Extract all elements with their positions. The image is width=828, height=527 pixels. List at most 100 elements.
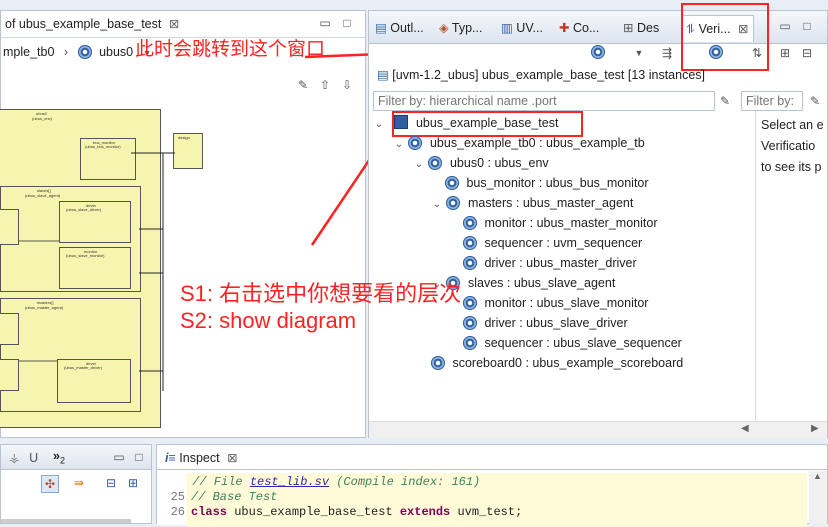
collapse-all-icon[interactable]: ⊟ (799, 45, 815, 61)
tree-item-slave-monitor[interactable]: monitor : ubus_slave_monitor (463, 293, 648, 313)
tab-uvm[interactable]: ▥ UV... (497, 17, 547, 39)
tree-item-master-driver[interactable]: driver : ubus_master_driver (463, 253, 637, 273)
tab-coverage[interactable]: ✚ Co... (555, 17, 603, 39)
chevron-down-icon[interactable]: ⌄ (393, 135, 405, 155)
tree-item-label: ubus_example_tb0 : ubus_example_tb (429, 136, 645, 150)
outline-icon: ▤ (375, 21, 387, 35)
code-line-file: // File test_lib.sv (Compile index: 161) (161, 475, 480, 489)
help-line: Verificatio (761, 139, 816, 153)
tab-coverage-label: Co... (572, 21, 600, 35)
component-icon (431, 356, 445, 370)
chevron-down-icon[interactable]: ⌄ (431, 195, 443, 215)
inspect-tabbar: i≡ Inspect ⊠ (157, 445, 827, 470)
more-tabs-count: 2 (59, 455, 65, 466)
component-icon (463, 336, 477, 350)
clear-filter2-icon[interactable]: ✎ (807, 93, 823, 109)
tree-item-slave-driver[interactable]: driver : ubus_slave_driver (463, 313, 628, 333)
maximize-icon[interactable]: □ (131, 449, 147, 465)
tab-type-label: Typ... (451, 21, 483, 35)
expand-icon[interactable]: ⊞ (125, 475, 141, 491)
side-divider[interactable] (755, 111, 756, 427)
code-text: ubus_example_base_test (227, 505, 400, 519)
tree-item-label: sequencer : uvm_sequencer (484, 236, 643, 250)
instances-icon: ▤ (377, 68, 389, 82)
scroll-right-icon[interactable]: ▶ (811, 423, 819, 434)
tab-design[interactable]: ⊞ Des (619, 17, 663, 39)
file-link[interactable]: test_lib.sv (250, 475, 329, 489)
code-keyword: class (191, 505, 228, 519)
bottom-left-scrollbar[interactable] (1, 519, 131, 523)
code-line-25: 25 // Base Test (161, 490, 278, 504)
maximize-icon[interactable]: □ (799, 18, 815, 34)
layout-icon[interactable]: ⇶ (659, 45, 675, 61)
tree-item-label: bus_monitor : ubus_bus_monitor (466, 176, 649, 190)
tree-item-label: driver : ubus_master_driver (484, 256, 637, 270)
code-comment: // File (192, 475, 250, 489)
scroll-up-icon[interactable]: ▲ (813, 471, 822, 481)
tab-type[interactable]: ◈ Typ... (435, 17, 486, 39)
line-number: 26 (170, 505, 185, 519)
tree-item-label: scoreboard0 : ubus_example_scoreboard (452, 356, 684, 370)
chevron-down-icon[interactable]: ⌄ (413, 155, 425, 175)
inspect-panel: i≡ Inspect ⊠ // File test_lib.sv (Compil… (156, 444, 828, 527)
tab-u-label: U (29, 451, 39, 465)
tree-item-label: sequencer : ubus_slave_sequencer (484, 336, 682, 350)
code-comment-rest: (Compile index: 161) (329, 475, 481, 489)
minimize-icon[interactable]: ▭ (111, 449, 127, 465)
minimize-icon[interactable]: ▭ (777, 18, 793, 34)
vertical-scrollbar[interactable]: ▲ (809, 471, 827, 525)
tab-u[interactable]: ⚶ U (5, 447, 42, 469)
help-line: to see its p (761, 160, 822, 174)
secondary-filter-input[interactable] (741, 91, 803, 111)
collapse-icon[interactable]: ⊟ (103, 475, 119, 491)
show-components-icon[interactable] (709, 45, 723, 59)
close-icon[interactable]: ⊠ (227, 451, 237, 465)
code-line-26: 26 class ubus_example_base_test extends u… (161, 505, 523, 519)
tree-item-label: ubus0 : ubus_env (449, 156, 549, 170)
scroll-left-icon[interactable]: ◀ (741, 423, 749, 434)
more-tabs-icon: » (53, 449, 60, 463)
tree-item-label: monitor : ubus_master_monitor (484, 216, 658, 230)
filter-icon: ⚶ (9, 451, 20, 465)
bottom-left-tabbar: ⚶ U »2 ▭ □ (1, 445, 151, 470)
component-icon (463, 296, 477, 310)
annotation-s1: S1: 右击选中你想要看的层次 (180, 281, 462, 306)
type-hierarchy-icon: ◈ (439, 21, 449, 35)
tree-item-scoreboard[interactable]: scoreboard0 : ubus_example_scoreboard (431, 353, 683, 373)
tab-design-label: Des (636, 21, 660, 35)
line-number: 25 (170, 490, 185, 504)
tab-more[interactable]: »2 (49, 445, 69, 467)
view-settings-icon[interactable] (591, 45, 605, 59)
clear-filter-icon[interactable]: ✎ (717, 93, 733, 109)
sort-icon[interactable]: ⇅ (749, 45, 765, 61)
inspect-icon: i≡ (165, 451, 176, 465)
tree-item-slave-sequencer[interactable]: sequencer : ubus_slave_sequencer (463, 333, 682, 353)
annotation-s2: S2: show diagram (180, 308, 357, 333)
link-icon[interactable]: ✣ (41, 475, 59, 493)
tree-item-masters[interactable]: ⌄ masters : ubus_master_agent (431, 193, 633, 213)
tree-item-master-monitor[interactable]: monitor : ubus_master_monitor (463, 213, 657, 233)
component-icon (463, 236, 477, 250)
tree-item-master-sequencer[interactable]: sequencer : uvm_sequencer (463, 233, 642, 253)
tab-outline[interactable]: ▤ Outl... (371, 17, 428, 39)
tree-item-label: masters : ubus_master_agent (467, 196, 634, 210)
horizontal-scrollbar[interactable]: ◀ ▶ (369, 421, 827, 438)
chevron-down-icon[interactable]: ⌄ (373, 115, 385, 135)
tree-item-ubus0[interactable]: ⌄ ubus0 : ubus_env (413, 153, 549, 173)
component-icon (463, 316, 477, 330)
tree-item-tb0[interactable]: ⌄ ubus_example_tb0 : ubus_example_tb (393, 133, 645, 153)
component-icon (445, 176, 459, 190)
bottom-left-panel: ⚶ U »2 ▭ □ ✣ ⇛ ⊟ ⊞ (0, 444, 152, 524)
expand-all-icon[interactable]: ⊞ (777, 45, 793, 61)
tree-item-bus-monitor[interactable]: bus_monitor : ubus_bus_monitor (445, 173, 649, 193)
tab-inspect[interactable]: i≡ Inspect ⊠ (161, 447, 242, 469)
code-area[interactable]: // File test_lib.sv (Compile index: 161)… (157, 471, 807, 527)
hierarchy-header-text: [uvm-1.2_ubus] ubus_example_base_test [1… (392, 68, 705, 82)
verification-panel: ▤ Outl... ◈ Typ... ▥ UV... ✚ Co... ⊞ Des… (368, 3, 828, 438)
sync-icon[interactable]: ⇛ (71, 475, 87, 491)
coverage-icon: ✚ (559, 21, 570, 35)
code-text: uvm_test; (450, 505, 523, 519)
dropdown-icon[interactable]: ▼ (631, 45, 647, 61)
side-help-text: Select an e Verificatio to see its p (761, 115, 824, 178)
hierarchy-filter-input[interactable] (373, 91, 715, 111)
